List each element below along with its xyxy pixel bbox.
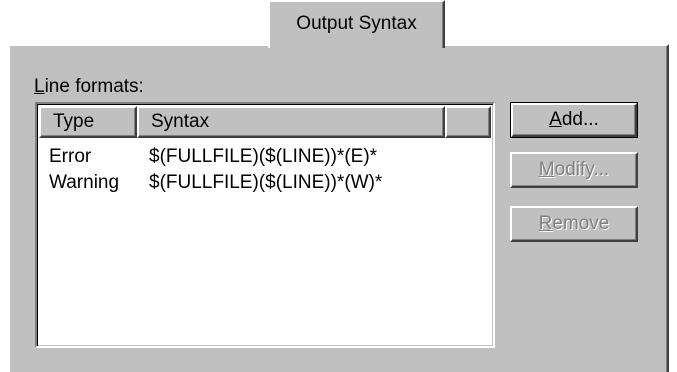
remove-button[interactable]: Remove bbox=[510, 206, 638, 242]
list-item[interactable]: Error $(FULLFILE)($(LINE))*(E)* bbox=[49, 144, 382, 170]
add-label: dd... bbox=[561, 109, 599, 130]
modify-mnemonic: M bbox=[538, 159, 555, 180]
remove-label: Remove bbox=[539, 213, 610, 235]
column-header-filler bbox=[445, 106, 491, 138]
row-syntax: $(FULLFILE)($(LINE))*(E)* bbox=[149, 146, 378, 167]
list-header: Type Syntax bbox=[39, 106, 491, 138]
row-type: Warning bbox=[49, 172, 120, 193]
column-header-syntax[interactable]: Syntax bbox=[137, 106, 445, 138]
row-syntax: $(FULLFILE)($(LINE))*(W)* bbox=[149, 172, 383, 193]
column-header-type[interactable]: Type bbox=[39, 106, 137, 138]
remove-mnemonic: R bbox=[538, 213, 553, 234]
add-mnemonic: A bbox=[549, 109, 562, 130]
tab-label: Output Syntax bbox=[296, 13, 417, 34]
add-button-face: Add... bbox=[511, 103, 637, 137]
line-formats-mnemonic: L bbox=[34, 76, 45, 97]
modify-label: Modify... bbox=[539, 159, 609, 181]
line-formats-label-rest: ine formats: bbox=[44, 76, 144, 97]
add-button[interactable]: Add... bbox=[510, 102, 638, 138]
line-formats-list[interactable]: Type Syntax Error $(FULLFILE)($(LINE))*(… bbox=[35, 102, 495, 348]
tab-output-syntax[interactable]: Output Syntax bbox=[268, 0, 445, 48]
remove-label-rest: emove bbox=[552, 213, 610, 234]
line-formats-label: Line formats: bbox=[34, 76, 144, 98]
modify-label-rest: odify... bbox=[554, 159, 610, 180]
row-type: Error bbox=[49, 146, 92, 167]
list-item[interactable]: Warning $(FULLFILE)($(LINE))*(W)* bbox=[49, 170, 382, 196]
modify-button[interactable]: Modify... bbox=[510, 152, 638, 188]
list-rows: Error $(FULLFILE)($(LINE))*(E)* Warning … bbox=[49, 144, 382, 196]
